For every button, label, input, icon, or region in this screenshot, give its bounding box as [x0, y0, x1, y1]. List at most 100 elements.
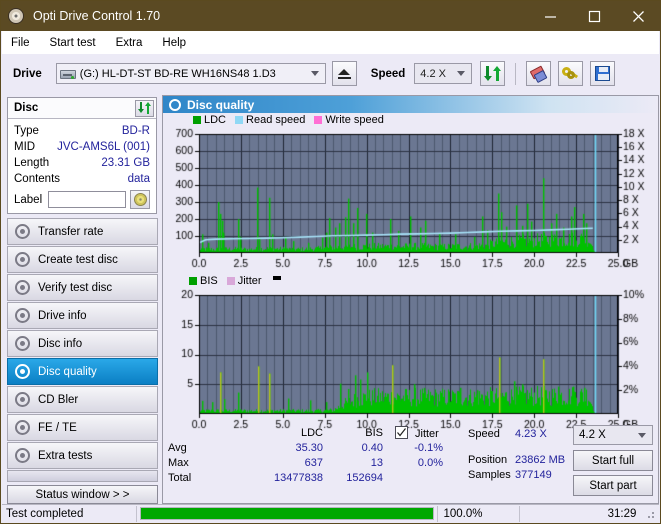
jitter-checkbox-box[interactable]: [395, 426, 408, 439]
menu-item-file[interactable]: File: [11, 37, 30, 49]
speed-stat-value: 4.23 X: [515, 428, 547, 440]
legend-label-ldc: LDC: [204, 114, 227, 126]
disc-rows: Type BD-R MID JVC-AMS6L (001) Length 23.…: [8, 119, 156, 209]
panel-header: Disc quality: [163, 96, 658, 113]
drive-select-value: (G:) HL-DT-ST BD-RE WH16NS48 1.D3: [79, 67, 276, 80]
sidebar-item-fe-te[interactable]: FE / TE: [7, 414, 158, 441]
disc-type-value: BD-R: [121, 125, 150, 137]
legend-marker: [272, 276, 281, 280]
speed-select[interactable]: 4.2 X: [414, 63, 473, 84]
disc-icon: [15, 420, 30, 435]
disc-icon: [15, 224, 30, 239]
sidebar-item-drive-info[interactable]: Drive info: [7, 302, 158, 329]
speed-select-value: 4.2 X: [420, 67, 446, 80]
position-stat-label: Position: [468, 454, 508, 466]
disc-type-label: Type: [14, 125, 39, 137]
refresh-drive-button[interactable]: [480, 61, 506, 86]
sidebar-item-verify-test-disc[interactable]: Verify test disc: [7, 274, 158, 301]
progress-bar: [139, 507, 434, 520]
maximize-icon[interactable]: [572, 1, 616, 31]
status-separator: [135, 505, 137, 522]
drive-settings-button[interactable]: [558, 61, 584, 86]
menu-item-start-test[interactable]: Start test: [50, 37, 96, 49]
disc-icon: [15, 308, 30, 323]
sidebar-item-label: Create test disc: [38, 253, 118, 266]
disc-label-row: Label: [14, 190, 150, 209]
disc-quality-panel: Disc quality LDC Read speed Write speed …: [162, 95, 659, 504]
bis-chart: BIS Jitter: [163, 274, 658, 438]
close-icon[interactable]: [616, 1, 660, 31]
save-icon: [595, 66, 611, 81]
disc-icon: [15, 252, 30, 267]
menu-item-help[interactable]: Help: [162, 37, 186, 49]
disc-info-group: Disc Type BD-R MID JVC-AMS6L (001) Lengt…: [7, 97, 157, 214]
status-text: Test completed: [6, 507, 84, 520]
start-part-button[interactable]: Start part: [573, 475, 653, 496]
resize-grip[interactable]: [644, 508, 656, 520]
status-bar: Test completed 100.0% 31:29: [2, 504, 659, 522]
disc-contents-label: Contents: [14, 173, 61, 185]
menu-item-extra[interactable]: Extra: [116, 37, 143, 49]
panel-title: Disc quality: [187, 97, 255, 112]
test-speed-select[interactable]: 4.2 X: [573, 425, 653, 445]
disc-row-type: Type BD-R: [14, 123, 150, 139]
stats-header-bis: BIS: [365, 427, 383, 439]
stats-row-max-label: Max: [168, 457, 189, 469]
stats-row-total-label: Total: [168, 472, 192, 484]
disc-mid-label: MID: [14, 141, 36, 153]
refresh-disc-button[interactable]: [135, 99, 154, 117]
sidebar-item-disc-quality[interactable]: Disc quality: [7, 358, 158, 385]
legend-label-bis: BIS: [200, 275, 218, 287]
sidebar-item-disc-info[interactable]: Disc info: [7, 330, 158, 357]
speed-stat-label: Speed: [468, 428, 500, 440]
bis-chart-legend: BIS Jitter: [189, 275, 281, 287]
elapsed-time: 31:29: [607, 507, 637, 520]
save-button[interactable]: [590, 61, 616, 86]
speed-label: Speed: [370, 67, 406, 80]
sidebar-item-label: Disc info: [38, 337, 83, 350]
disc-quality-icon: [169, 98, 181, 111]
chevron-down-icon: [638, 432, 646, 438]
sidebar-item-label: Verify test disc: [38, 281, 113, 294]
jitter-checkbox[interactable]: [395, 426, 408, 439]
eject-button[interactable]: [331, 61, 357, 86]
toolbar-actions: [526, 61, 616, 86]
sidebar-item-label: Disc quality: [38, 365, 97, 378]
ldc-chart-canvas: [163, 113, 658, 277]
stats-area: LDC BIS Avg 35.30 0.40 -0.1% Max 637 13 …: [163, 425, 658, 504]
drive-select[interactable]: (G:) HL-DT-ST BD-RE WH16NS48 1.D3: [55, 63, 326, 84]
disc-label-input[interactable]: [48, 191, 127, 208]
disc-group-header: Disc: [8, 98, 156, 119]
toolbar-separator: [515, 62, 517, 85]
disc-icon: [15, 336, 30, 351]
minimize-icon[interactable]: [528, 1, 572, 31]
disc-length-label: Length: [14, 157, 50, 169]
disc-contents-value: data: [127, 173, 150, 185]
sidebar-item-cd-bler[interactable]: CD Bler: [7, 386, 158, 413]
sidebar-item-label: Extra tests: [38, 449, 93, 462]
chevron-down-icon: [457, 71, 466, 76]
disc-label-button[interactable]: [130, 190, 150, 209]
drive-toolbar: Drive (G:) HL-DT-ST BD-RE WH16NS48 1.D3 …: [2, 54, 659, 93]
legend-label-write-speed: Write speed: [325, 114, 384, 126]
title-bar: Opti Drive Control 1.70: [1, 1, 660, 31]
erase-disc-button[interactable]: [526, 61, 552, 86]
disc-group-title: Disc: [14, 102, 39, 114]
sidebar-item-transfer-rate[interactable]: Transfer rate: [7, 218, 158, 245]
disc-icon: [15, 280, 30, 295]
cd-icon: [133, 193, 147, 206]
window-title: Opti Drive Control 1.70: [33, 9, 161, 23]
start-full-button[interactable]: Start full: [573, 450, 653, 471]
progress-bar-fill: [140, 508, 433, 519]
bis-chart-canvas: [163, 274, 658, 438]
legend-swatch-jitter: [226, 277, 235, 285]
sidebar-item-create-test-disc[interactable]: Create test disc: [7, 246, 158, 273]
status-window-button[interactable]: Status window > >: [7, 485, 158, 504]
sidebar-item-extra-tests[interactable]: Extra tests: [7, 442, 158, 469]
legend-swatch-ldc: [193, 116, 201, 124]
refresh-icon: [138, 102, 151, 114]
drive-label: Drive: [13, 67, 42, 80]
legend-label-read-speed: Read speed: [246, 114, 306, 126]
sidebar-item-label: FE / TE: [38, 421, 77, 434]
app-disc-icon: [8, 8, 24, 24]
